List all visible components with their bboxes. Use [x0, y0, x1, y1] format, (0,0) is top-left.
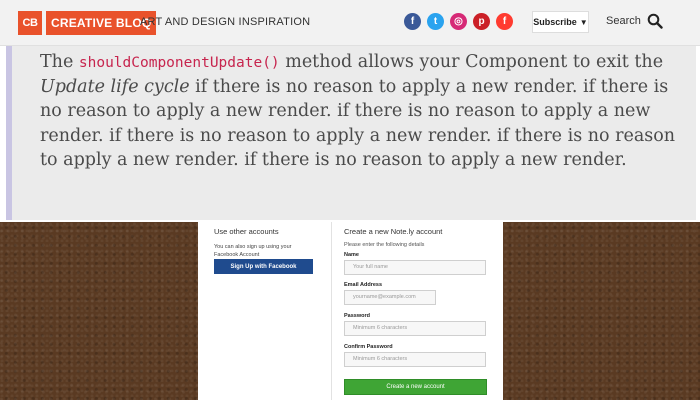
- quote-part-2: method allows your Component to exit the: [279, 52, 664, 72]
- create-account-heading: Create a new Note.ly account Please ente…: [344, 227, 489, 248]
- create-account-title: Create a new Note.ly account: [344, 227, 443, 236]
- signup-screenshot: Use other accounts You can also sign up …: [0, 222, 700, 400]
- chevron-down-icon: ▼: [579, 17, 588, 27]
- quote-part-1: The: [40, 52, 79, 72]
- blockquote: The shouldComponentUpdate() method allow…: [6, 46, 696, 220]
- search-button[interactable]: Search: [606, 13, 663, 29]
- password-label: Password: [344, 313, 370, 319]
- column-divider: [331, 222, 332, 400]
- name-field[interactable]: Your full name: [344, 260, 486, 275]
- instagram-icon[interactable]: ◎: [450, 13, 467, 30]
- create-account-subtitle: Please enter the following details: [344, 242, 425, 248]
- facebook-signup-button[interactable]: Sign Up with Facebook: [214, 259, 313, 274]
- search-label: Search: [606, 15, 641, 27]
- password-field[interactable]: Minimum 6 characters: [344, 321, 486, 336]
- create-account-button[interactable]: Create a new account: [344, 379, 487, 395]
- site-tagline: ART AND DESIGN INSPIRATION: [140, 16, 311, 28]
- search-icon: [647, 13, 663, 29]
- site-logo[interactable]: CB CREATIVE BLOQ: [18, 11, 157, 35]
- pinterest-icon[interactable]: p: [473, 13, 490, 30]
- code-snippet: shouldComponentUpdate(): [78, 55, 280, 71]
- other-accounts-description: You can also sign up using your Facebook…: [214, 244, 292, 258]
- quote-text: The shouldComponentUpdate() method allow…: [40, 50, 690, 173]
- subscribe-button[interactable]: Subscribe ▼: [532, 11, 589, 33]
- twitter-icon[interactable]: t: [427, 13, 444, 30]
- email-field[interactable]: yourname@example.com: [344, 290, 436, 305]
- subscribe-label: Subscribe: [533, 17, 577, 27]
- signup-panel: Use other accounts You can also sign up …: [198, 222, 503, 400]
- site-header: CB CREATIVE BLOQ ART AND DESIGN INSPIRAT…: [0, 0, 700, 46]
- quote-emphasis: Update life cycle: [40, 76, 190, 97]
- name-label: Name: [344, 252, 359, 258]
- email-label: Email Address: [344, 282, 383, 288]
- facebook-icon[interactable]: f: [404, 13, 421, 30]
- article-body: The shouldComponentUpdate() method allow…: [0, 46, 700, 222]
- logo-badge: CB: [18, 11, 42, 35]
- confirm-password-field[interactable]: Minimum 6 characters: [344, 352, 486, 367]
- confirm-password-label: Confirm Password: [344, 344, 393, 350]
- flipboard-icon[interactable]: f: [496, 13, 513, 30]
- social-links: f t ◎ p f: [404, 13, 513, 30]
- other-accounts-section: Use other accounts You can also sign up …: [214, 227, 314, 259]
- other-accounts-title: Use other accounts: [214, 227, 279, 236]
